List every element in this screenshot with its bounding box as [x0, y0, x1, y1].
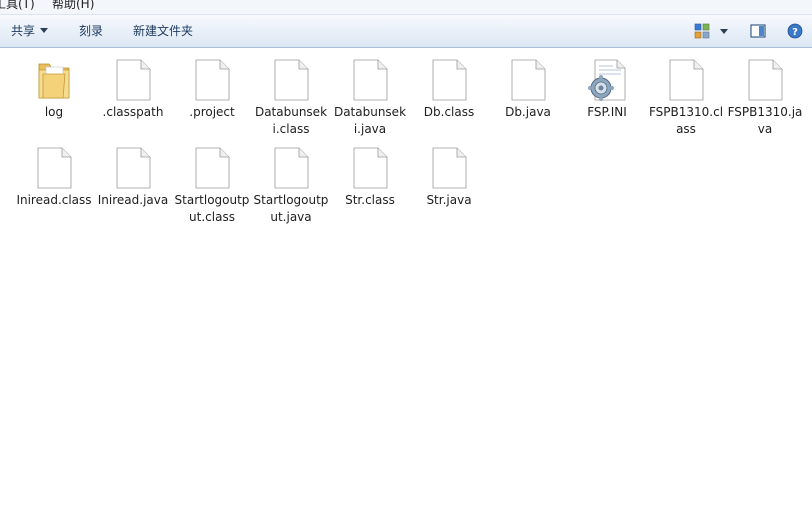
file-icon — [508, 58, 548, 102]
file-name: Databunseki.java — [333, 105, 407, 136]
file-name: Databunseki.class — [254, 105, 328, 136]
file-item[interactable]: Db.class — [411, 48, 487, 134]
file-item[interactable]: FSP.INI — [569, 48, 645, 134]
file-item[interactable]: .project — [174, 48, 250, 134]
file-icon — [745, 58, 785, 102]
file-icon — [666, 58, 706, 102]
file-name: .project — [189, 105, 235, 119]
burn-button-label: 刻录 — [79, 24, 104, 38]
file-item[interactable]: FSPB1310.class — [648, 48, 724, 136]
file-list-area[interactable]: log .classpath .project Databunseki.clas… — [0, 48, 812, 529]
share-button-label: 共享 — [11, 24, 36, 38]
file-icon — [113, 58, 153, 102]
file-icon — [113, 146, 153, 190]
file-icon — [271, 58, 311, 102]
file-icon — [271, 146, 311, 190]
file-icon — [429, 146, 469, 190]
file-name: .classpath — [102, 105, 164, 119]
file-item[interactable]: FSPB1310.java — [727, 48, 803, 136]
file-name: Iniread.java — [97, 193, 169, 207]
file-icon — [429, 58, 469, 102]
file-item[interactable]: Str.java — [411, 136, 487, 222]
file-icon — [350, 146, 390, 190]
file-name: log — [44, 105, 64, 119]
chevron-down-icon — [40, 28, 49, 33]
file-item[interactable]: Startlogoutput.class — [174, 136, 250, 224]
burn-button[interactable]: 刻录 — [79, 22, 103, 40]
file-name: FSP.INI — [587, 105, 627, 119]
file-icon — [350, 58, 390, 102]
file-item[interactable]: Iniread.java — [95, 136, 171, 222]
file-item[interactable]: Databunseki.class — [253, 48, 329, 136]
menu-tools[interactable]: 工具(T) — [0, 0, 35, 12]
file-item[interactable]: Databunseki.java — [332, 48, 408, 136]
preview-pane-icon[interactable] — [750, 23, 766, 39]
file-icon — [192, 146, 232, 190]
file-name: Db.java — [505, 105, 551, 119]
settings-file-icon — [587, 58, 627, 102]
file-item[interactable]: Iniread.class — [16, 136, 92, 222]
file-icon — [192, 58, 232, 102]
file-name: Startlogoutput.java — [253, 193, 329, 224]
menu-bar: 工具(T) 帮助(H) — [0, 0, 812, 15]
file-name: Str.class — [345, 193, 395, 207]
file-name: Startlogoutput.class — [174, 193, 250, 224]
file-name: Str.java — [426, 193, 472, 207]
menu-help[interactable]: 帮助(H) — [52, 0, 94, 12]
command-bar: 共享 刻录 新建文件夹 ? — [0, 15, 812, 48]
file-name: FSPB1310.class — [648, 105, 724, 136]
file-item[interactable]: Startlogoutput.java — [253, 136, 329, 224]
help-icon[interactable]: ? — [786, 23, 803, 39]
new-folder-button-label: 新建文件夹 — [133, 24, 194, 38]
folder-icon — [34, 58, 74, 102]
file-item[interactable]: .classpath — [95, 48, 171, 134]
file-item[interactable]: Str.class — [332, 136, 408, 222]
file-name: Db.class — [423, 105, 475, 119]
view-options-icon[interactable] — [694, 23, 710, 39]
file-icon — [34, 146, 74, 190]
file-item[interactable]: Db.java — [490, 48, 566, 134]
new-folder-button[interactable]: 新建文件夹 — [133, 22, 193, 40]
file-name: FSPB1310.java — [727, 105, 803, 136]
svg-text:?: ? — [792, 27, 798, 38]
file-item[interactable]: log — [16, 48, 92, 134]
file-name: Iniread.class — [16, 193, 92, 207]
view-dropdown-chevron-icon[interactable] — [716, 26, 732, 42]
share-button[interactable]: 共享 — [11, 22, 49, 40]
